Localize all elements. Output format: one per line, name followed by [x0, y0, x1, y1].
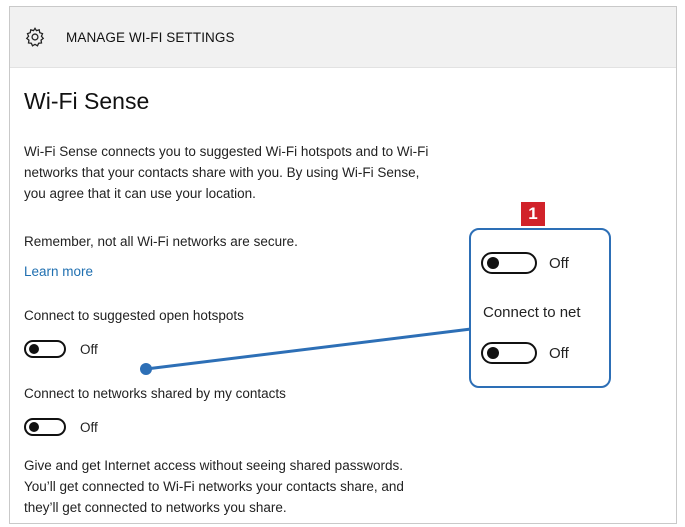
toggle-state-label: Off [80, 341, 98, 357]
setting-label-shared-networks: Connect to networks shared by my contact… [24, 386, 286, 401]
footer-line: You’ll get connected to Wi-Fi networks y… [24, 479, 404, 494]
callout-toggle[interactable] [481, 252, 537, 274]
toggle-knob [487, 347, 499, 359]
intro-line: networks that your contacts share with y… [24, 165, 420, 180]
intro-line: Wi-Fi Sense connects you to suggested Wi… [24, 144, 429, 159]
step-badge: 1 [521, 202, 545, 226]
page-title: MANAGE WI-FI SETTINGS [66, 29, 235, 45]
setting-label-open-hotspots: Connect to suggested open hotspots [24, 308, 244, 323]
toggle-state-label: Off [549, 254, 569, 272]
toggle-knob [487, 257, 499, 269]
callout-toggle[interactable] [481, 342, 537, 364]
zoom-callout: Off Connect to net Off [469, 228, 611, 388]
footer-text: Give and get Internet access without see… [24, 455, 404, 518]
toggle-knob [29, 344, 39, 354]
security-warning: Remember, not all Wi-Fi networks are sec… [24, 234, 298, 249]
footer-line: Give and get Internet access without see… [24, 458, 403, 473]
toggle-open-hotspots[interactable] [24, 340, 66, 358]
toggle-shared-networks[interactable] [24, 418, 66, 436]
footer-line: they’ll get connected to networks you sh… [24, 500, 287, 515]
learn-more-link[interactable]: Learn more [24, 264, 93, 279]
toggle-state-label: Off [80, 419, 98, 435]
callout-toggle-row: Off [481, 342, 569, 364]
toggle-row-open-hotspots: Off [24, 340, 98, 358]
intro-line: you agree that it can use your location. [24, 186, 256, 201]
intro-text: Wi-Fi Sense connects you to suggested Wi… [24, 141, 428, 204]
toggle-knob [29, 422, 39, 432]
callout-toggle-row: Off [481, 252, 569, 274]
toggle-row-shared-networks: Off [24, 418, 98, 436]
toggle-state-label: Off [549, 344, 569, 362]
callout-partial-label: Connect to net [483, 304, 581, 321]
section-heading: Wi-Fi Sense [24, 88, 150, 114]
gear-icon [22, 24, 48, 50]
header-bar: MANAGE WI-FI SETTINGS [10, 7, 676, 68]
